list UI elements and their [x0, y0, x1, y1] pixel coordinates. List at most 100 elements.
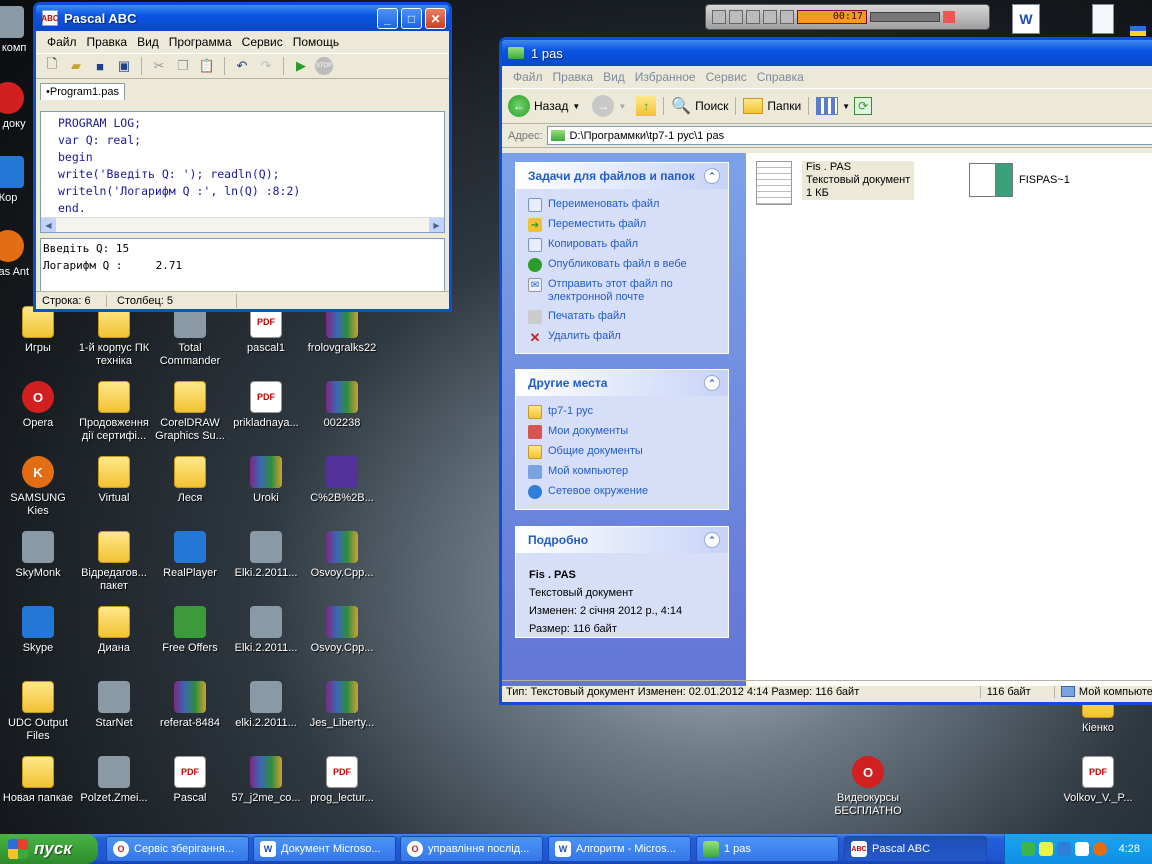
- search-button[interactable]: Поиск: [695, 99, 728, 113]
- desktop-icon[interactable]: Jes_Liberty...: [304, 681, 380, 730]
- task-email[interactable]: ✉ Отправить этот файл по электронной почт…: [528, 278, 728, 304]
- tab-program1[interactable]: •Program1.pas: [40, 83, 125, 100]
- chevron-up-icon[interactable]: ⌃: [704, 168, 720, 184]
- minimize-button[interactable]: _: [377, 8, 398, 29]
- maximize-button[interactable]: □: [401, 8, 422, 29]
- close-button[interactable]: ✕: [425, 8, 446, 29]
- desktop-icon[interactable]: frolovgralks22: [304, 306, 380, 355]
- desktop-icon[interactable]: Игры: [0, 306, 76, 355]
- forward-arrow-icon[interactable]: →: [592, 95, 615, 117]
- task-copy[interactable]: Копировать файл: [528, 238, 728, 252]
- desktop-icon[interactable]: StarNet: [76, 681, 152, 730]
- folder-up-icon[interactable]: ↑: [636, 96, 657, 116]
- desktop-icon[interactable]: Free Offers: [152, 606, 228, 655]
- place-my-computer[interactable]: Мой компьютер: [528, 465, 728, 479]
- cut-icon[interactable]: ✂: [149, 56, 169, 76]
- tray-icon[interactable]: [1056, 842, 1071, 856]
- desktop-icon[interactable]: Диана: [76, 606, 152, 655]
- save-all-icon[interactable]: ▣: [114, 56, 134, 76]
- task-delete[interactable]: ✕ Удалить файл: [528, 330, 728, 344]
- desktop-icon[interactable]: elki.2.2011...: [228, 681, 304, 730]
- desktop-icon[interactable]: Virtual: [76, 456, 152, 505]
- chevron-down-icon[interactable]: ▼: [618, 102, 626, 111]
- desktop-icon[interactable]: Новая папкае: [0, 756, 76, 805]
- folders-icon[interactable]: [743, 98, 764, 114]
- back-arrow-icon[interactable]: ←: [508, 95, 530, 117]
- horizontal-scrollbar[interactable]: ◀ ▶: [41, 217, 444, 232]
- previous-icon[interactable]: [712, 10, 726, 24]
- menu-help[interactable]: Справка: [752, 70, 809, 84]
- file-item-fis-pas[interactable]: Fis . PAS Текстовый документ 1 КБ: [756, 161, 915, 205]
- menu-favorites[interactable]: Избранное: [630, 70, 701, 84]
- desktop-icon[interactable]: 1-й корпус ПК техніка: [76, 306, 152, 368]
- chevron-down-icon[interactable]: ▼: [572, 102, 580, 111]
- menu-program[interactable]: Программа: [164, 35, 237, 49]
- menu-view[interactable]: Вид: [132, 35, 164, 49]
- desktop-icon[interactable]: referat-8484: [152, 681, 228, 730]
- tray-icon[interactable]: [1074, 842, 1089, 856]
- place-network[interactable]: Сетевое окружение: [528, 485, 728, 499]
- desktop-icon[interactable]: O Видеокурсы БЕСПЛАТНО: [830, 756, 906, 818]
- desktop-icon[interactable]: Elki.2.2011...: [228, 531, 304, 580]
- file-tasks-header[interactable]: Задачи для файлов и папок ⌃: [516, 163, 728, 189]
- play-icon[interactable]: [729, 10, 743, 24]
- paste-icon[interactable]: 📋: [197, 56, 217, 76]
- undo-icon[interactable]: ↶: [232, 56, 252, 76]
- menu-file[interactable]: Файл: [508, 70, 548, 84]
- desktop-icon[interactable]: C%2B%2B...: [304, 456, 380, 505]
- task-print[interactable]: Печатать файл: [528, 310, 728, 324]
- file-item-fispas[interactable]: FISPAS~1: [969, 163, 1070, 197]
- place-my-documents[interactable]: Мои документы: [528, 425, 728, 439]
- task-move[interactable]: ➜ Переместить файл: [528, 218, 728, 232]
- scroll-right-icon[interactable]: ▶: [429, 218, 444, 232]
- other-places-header[interactable]: Другие места ⌃: [516, 370, 728, 396]
- desktop-icon[interactable]: K SAMSUNG Kies: [0, 456, 76, 518]
- menu-help[interactable]: Помощь: [288, 35, 344, 49]
- desktop-icon[interactable]: Uroki: [228, 456, 304, 505]
- code-editor[interactable]: PROGRAM LOG; var Q: real; begin write('Введ…: [40, 111, 445, 233]
- pascal-titlebar[interactable]: ABC Pascal ABC _ □ ✕: [36, 5, 449, 31]
- desktop-icon[interactable]: PDF Pascal: [152, 756, 228, 805]
- desktop-icon[interactable]: Продовження дії сертифі...: [76, 381, 152, 443]
- tray-icon[interactable]: [1020, 842, 1035, 856]
- desktop-icon[interactable]: 57_j2me_co...: [228, 756, 304, 805]
- open-folder-icon[interactable]: ▰: [66, 56, 86, 76]
- next-icon[interactable]: [780, 10, 794, 24]
- task-rename[interactable]: Переименовать файл: [528, 198, 728, 212]
- menu-service[interactable]: Сервис: [701, 70, 752, 84]
- desktop-icon[interactable]: Total Commander: [152, 306, 228, 368]
- views-icon[interactable]: [816, 97, 839, 115]
- run-icon[interactable]: ▶: [291, 56, 311, 76]
- new-file-icon[interactable]: 🗋: [42, 56, 62, 76]
- desktop-icon[interactable]: Леся: [152, 456, 228, 505]
- desktop-icon[interactable]: UDC Output Files: [0, 681, 76, 743]
- scroll-left-icon[interactable]: ◀: [41, 218, 56, 232]
- sync-icon[interactable]: ⟳: [854, 97, 873, 115]
- volume-slider[interactable]: [870, 12, 940, 22]
- desktop-icon[interactable]: PDF prikladnaya...: [228, 381, 304, 430]
- start-button[interactable]: пуск: [0, 834, 98, 864]
- chevron-up-icon[interactable]: ⌃: [704, 375, 720, 391]
- search-icon[interactable]: 🔍: [671, 96, 691, 116]
- place-shared-documents[interactable]: Общие документы: [528, 445, 728, 459]
- document-icon[interactable]: [1092, 4, 1114, 34]
- back-button[interactable]: Назад: [534, 99, 568, 113]
- menu-file[interactable]: Файл: [42, 35, 82, 49]
- redo-icon[interactable]: ↷: [256, 56, 276, 76]
- explorer-titlebar[interactable]: 1 pas: [502, 40, 1152, 66]
- task-opera-control[interactable]: Oуправління послід...: [400, 836, 543, 862]
- chevron-down-icon[interactable]: ▼: [842, 102, 850, 111]
- clock[interactable]: 4:28: [1119, 843, 1140, 855]
- desktop-icon[interactable]: PDF pascal1: [228, 306, 304, 355]
- close-icon[interactable]: [943, 11, 955, 23]
- desktop-icon[interactable]: CorelDRAW Graphics Su...: [152, 381, 228, 443]
- task-publish[interactable]: Опубликовать файл в вебе: [528, 258, 728, 272]
- task-word-document[interactable]: W Документ Microso...: [253, 836, 396, 862]
- desktop-icon[interactable]: RealPlayer: [152, 531, 228, 580]
- desktop-icon[interactable]: 002238: [304, 381, 380, 430]
- desktop-icon[interactable]: Skype: [0, 606, 76, 655]
- tray-icon[interactable]: [1092, 842, 1107, 856]
- place-tp7[interactable]: tp7-1 рус: [528, 405, 728, 419]
- chevron-up-icon[interactable]: ⌃: [704, 532, 720, 548]
- address-input[interactable]: D:\Программки\tp7-1 рус\1 pas: [546, 126, 1152, 145]
